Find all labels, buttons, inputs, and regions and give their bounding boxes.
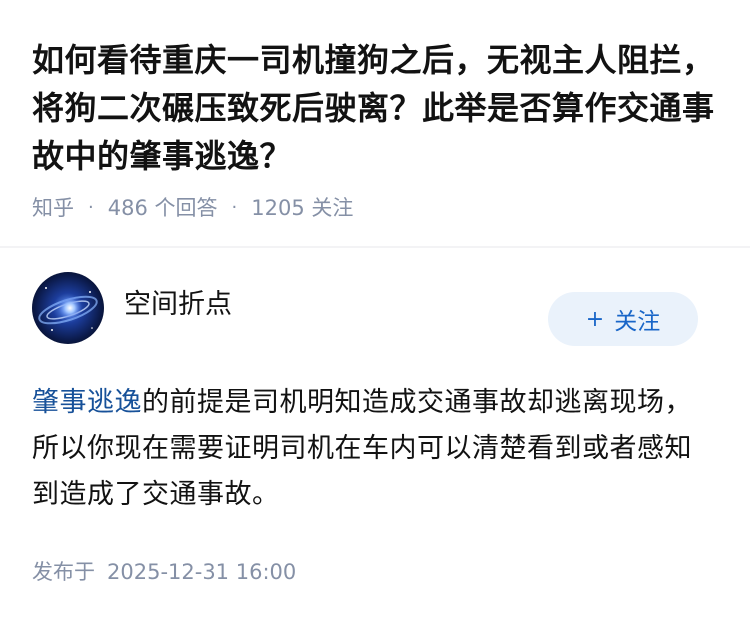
question-header: 如何看待重庆一司机撞狗之后，无视主人阻拦，将狗二次碾压致死后驶离？此举是否算作交… <box>0 0 750 220</box>
follow-button[interactable]: + 关注 <box>548 292 698 346</box>
follow-label: 关注 <box>614 309 661 335</box>
plus-icon: + <box>585 306 605 332</box>
galaxy-avatar-icon <box>32 272 104 344</box>
follows-count: 1205 关注 <box>251 196 354 220</box>
content-link[interactable]: 肇事逃逸 <box>32 387 142 418</box>
publish-label: 发布于 <box>32 560 95 584</box>
answer-content: 肇事逃逸的前提是司机明知造成交通事故却逃离现场，所以你现在需要证明司机在车内可以… <box>32 380 718 518</box>
answers-count[interactable]: 486 个回答 <box>108 192 218 222</box>
question-meta: 知乎 · 486 个回答 · 1205 关注 <box>32 192 718 222</box>
publish-info: 发布于 2025-12-31 16:00 <box>32 556 718 586</box>
separator-dot: · <box>88 196 94 218</box>
separator-dot: · <box>231 196 238 218</box>
source-label[interactable]: 知乎 <box>32 192 74 222</box>
author-row: 空间折点 + 关注 <box>32 248 718 368</box>
avatar[interactable] <box>32 272 104 344</box>
question-title[interactable]: 如何看待重庆一司机撞狗之后，无视主人阻拦，将狗二次碾压致死后驶离？此举是否算作交… <box>32 36 718 180</box>
publish-time: 2025-12-31 16:00 <box>107 560 297 584</box>
author-name[interactable]: 空间折点 <box>124 282 232 321</box>
answer-card: 空间折点 + 关注 肇事逃逸的前提是司机明知造成交通事故却逃离现场，所以你现在需… <box>0 248 750 586</box>
